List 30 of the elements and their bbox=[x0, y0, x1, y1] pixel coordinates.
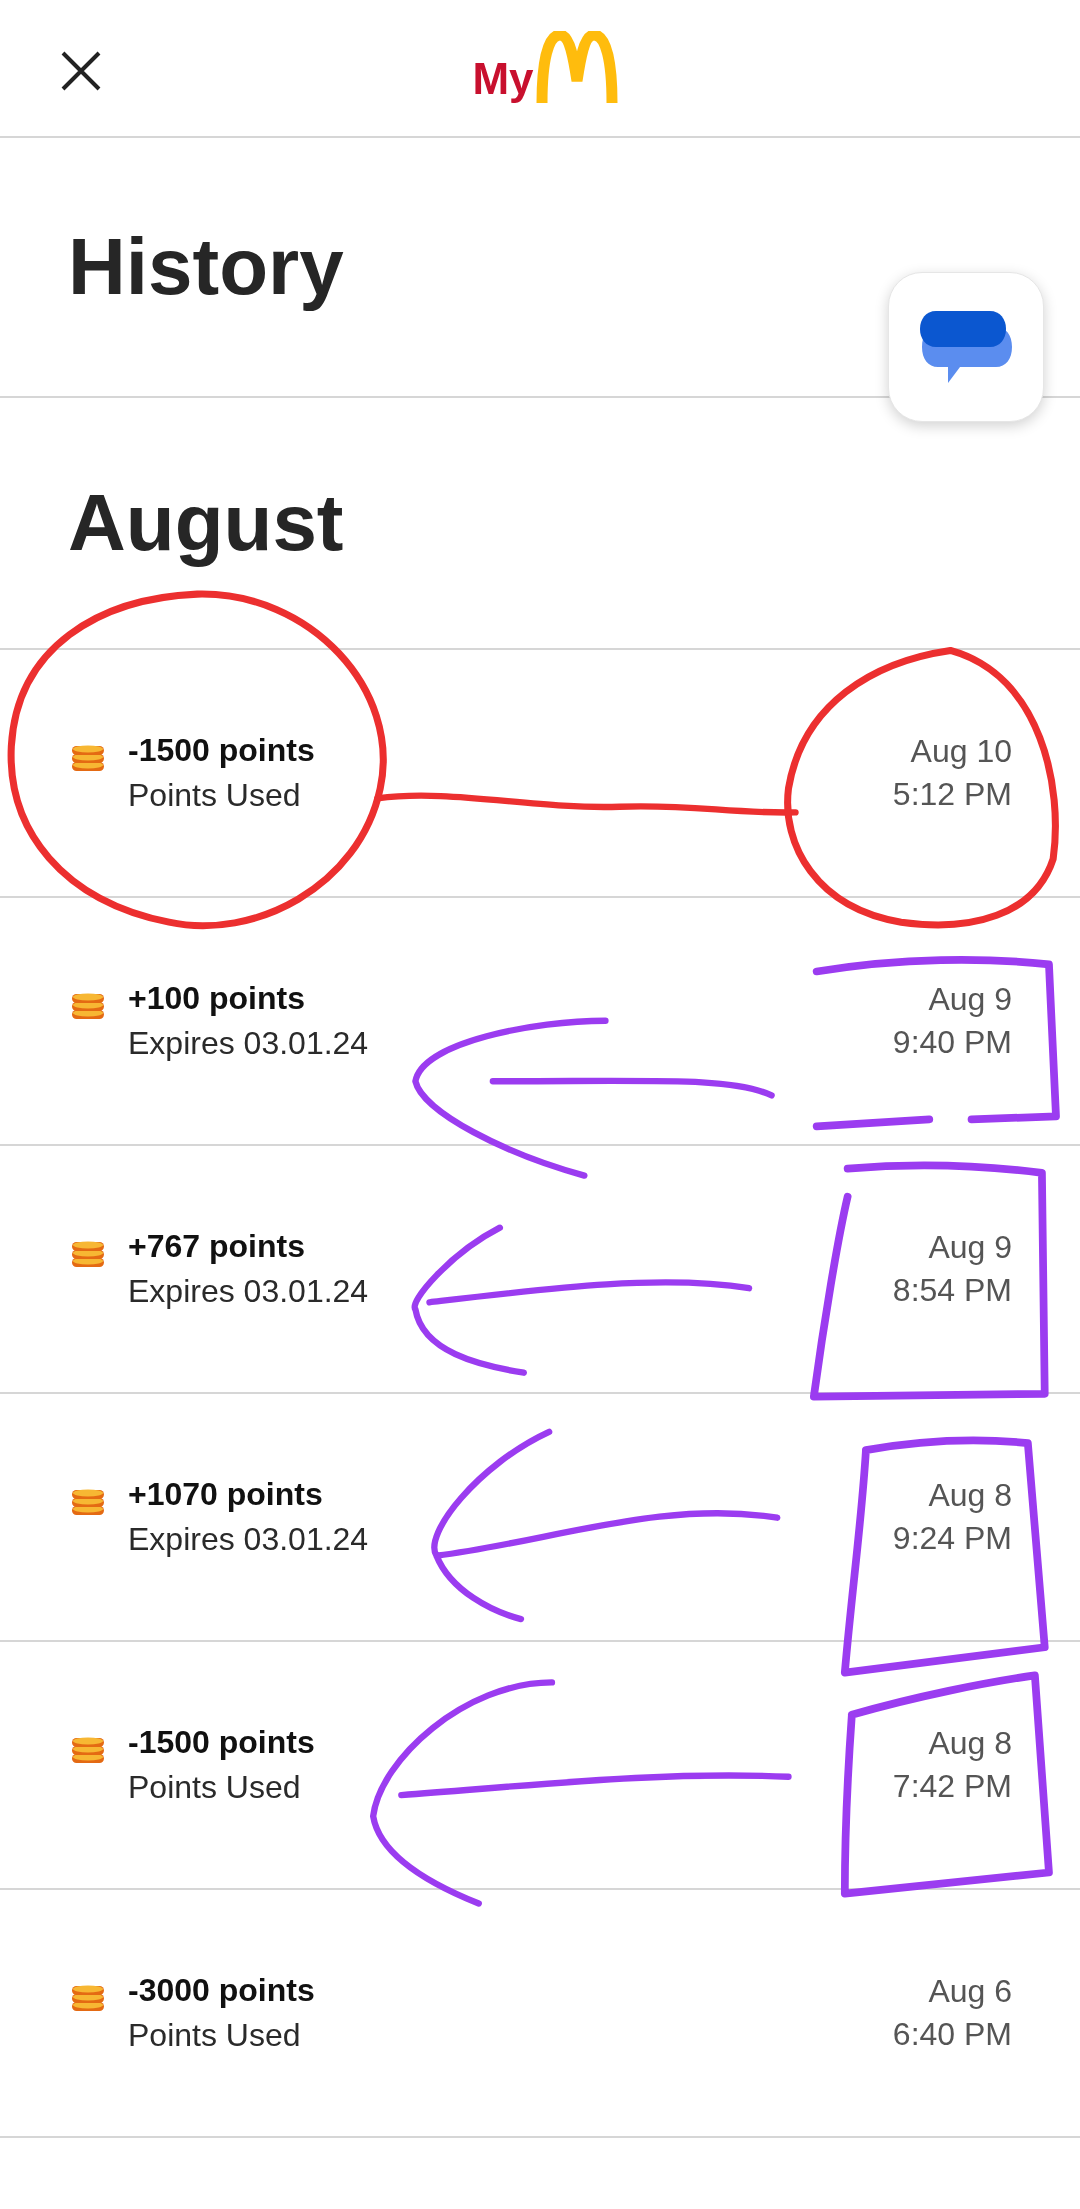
points-amount: -3000 points bbox=[128, 1972, 315, 2009]
points-detail: Expires 03.01.24 bbox=[128, 1521, 369, 1558]
page-title: History bbox=[68, 221, 344, 313]
entry-date: Aug 6 bbox=[928, 1973, 1012, 2010]
entry-date: Aug 8 bbox=[928, 1725, 1012, 1762]
points-detail: Points Used bbox=[128, 777, 302, 814]
entry-date: Aug 8 bbox=[928, 1477, 1012, 1514]
entry-time: 7:42 PM bbox=[892, 1768, 1012, 1805]
points-detail: Points Used bbox=[128, 2017, 302, 2054]
entry-time: 8:54 PM bbox=[892, 1272, 1012, 1309]
month-heading: August bbox=[68, 477, 344, 569]
chat-bubble-button[interactable] bbox=[888, 272, 1044, 422]
entry-date: Aug 10 bbox=[910, 733, 1012, 770]
entry-time: 6:40 PM bbox=[892, 2016, 1012, 2053]
entry-time: 9:24 PM bbox=[892, 1520, 1012, 1557]
points-amount: -1500 points bbox=[128, 732, 315, 769]
logo-text: My bbox=[472, 57, 534, 105]
arches-logo-icon bbox=[535, 31, 618, 105]
points-amount: +100 points bbox=[128, 980, 306, 1017]
entry-date: Aug 9 bbox=[928, 981, 1012, 1018]
points-detail: Expires 03.01.24 bbox=[128, 1273, 369, 1310]
points-amount: +767 points bbox=[128, 1228, 306, 1265]
entry-time: 5:12 PM bbox=[892, 776, 1012, 813]
entry-time: 9:40 PM bbox=[892, 1024, 1012, 1061]
points-detail: Points Used bbox=[128, 1769, 302, 1806]
points-detail: Expires 03.01.24 bbox=[128, 1025, 369, 1062]
close-icon bbox=[59, 49, 103, 93]
points-amount: -1500 points bbox=[128, 1724, 315, 1761]
entry-date: Aug 9 bbox=[928, 1229, 1012, 1266]
points-amount: +1070 points bbox=[128, 1476, 324, 1513]
